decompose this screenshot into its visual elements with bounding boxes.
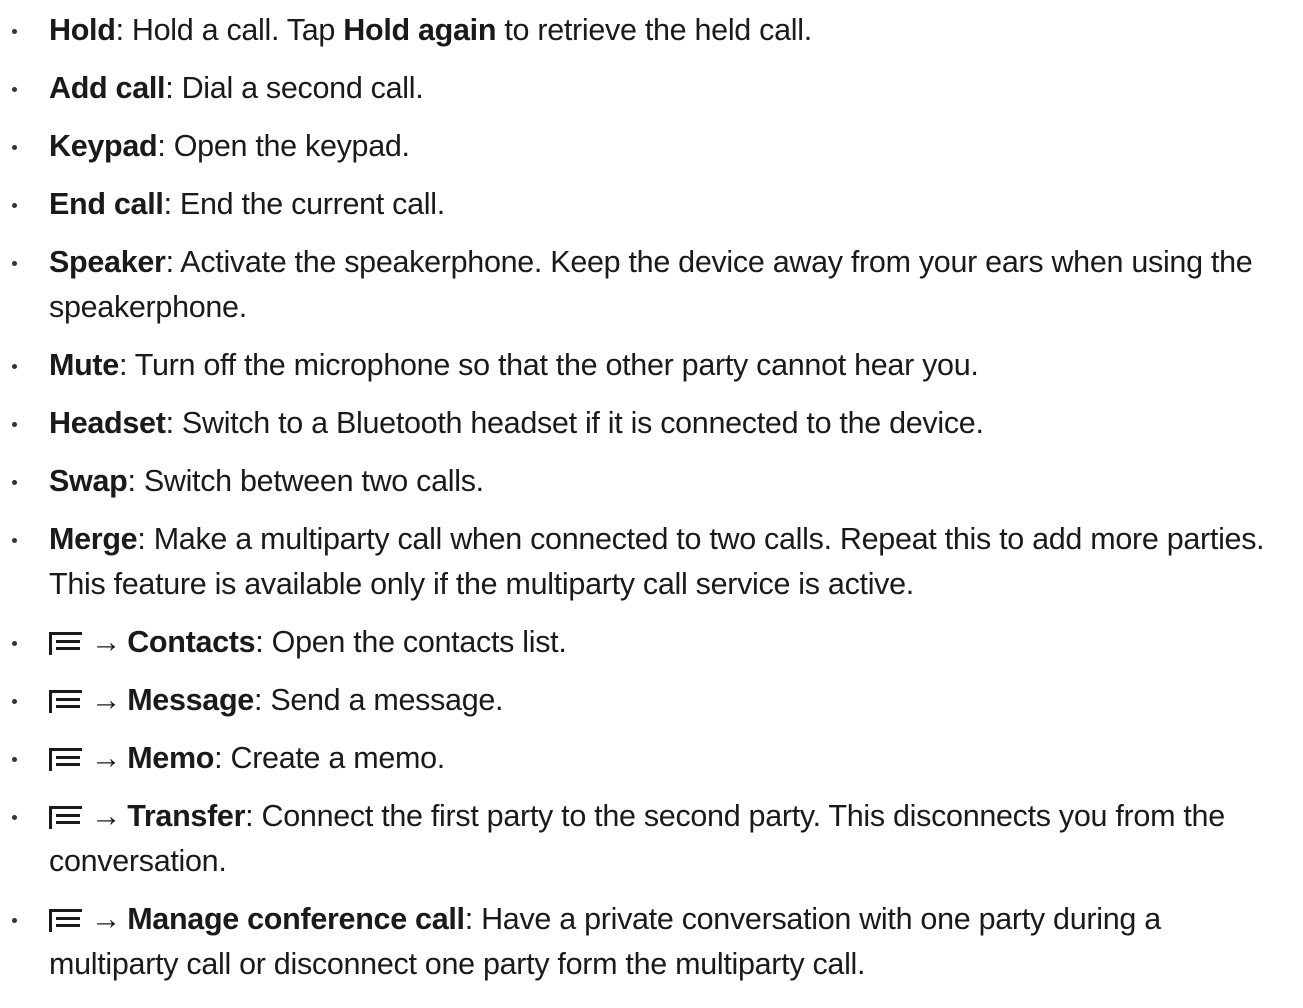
menu-icon xyxy=(49,632,83,655)
bullet xyxy=(10,259,18,267)
description: : Make a multiparty call when connected … xyxy=(49,522,1265,601)
bullet xyxy=(10,27,18,35)
menu-icon xyxy=(49,806,83,829)
menu-icon xyxy=(49,909,83,932)
bullet xyxy=(10,755,18,763)
term: Memo xyxy=(127,741,215,775)
description: : Send a message. xyxy=(253,683,504,717)
term: Add call xyxy=(49,71,166,105)
description: : Hold a call. Tap xyxy=(115,13,344,47)
term: Keypad xyxy=(49,129,158,163)
term: Contacts xyxy=(127,625,256,659)
description: to retrieve the held call. xyxy=(496,13,812,47)
bullet xyxy=(10,813,18,821)
bullet xyxy=(10,697,18,705)
arrow-right-icon: → xyxy=(91,902,122,936)
bullet xyxy=(10,362,18,370)
bullet xyxy=(10,639,18,647)
term: Swap xyxy=(49,464,128,498)
bullet xyxy=(10,201,18,209)
arrow-right-icon: → xyxy=(91,683,122,717)
bullet xyxy=(10,916,18,924)
bullet xyxy=(10,85,18,93)
arrow-right-icon: → xyxy=(91,741,122,775)
menu-icon xyxy=(49,690,83,713)
term: End call xyxy=(49,187,164,221)
description: : Dial a second call. xyxy=(165,71,424,105)
bullet xyxy=(10,420,18,428)
term: Hold xyxy=(49,13,116,47)
term: Merge xyxy=(49,522,138,556)
description: : Open the keypad. xyxy=(157,129,410,163)
description: : Open the contacts list. xyxy=(255,625,567,659)
description: : Switch to a Bluetooth headset if it is… xyxy=(165,406,984,440)
term-emphasis: Hold again xyxy=(343,13,497,47)
description: : Switch between two calls. xyxy=(127,464,484,498)
description: : End the current call. xyxy=(163,187,446,221)
term: Manage conference call xyxy=(127,902,465,936)
arrow-right-icon: → xyxy=(91,625,122,659)
menu-icon xyxy=(49,748,83,771)
bullet xyxy=(10,478,18,486)
term: Transfer xyxy=(127,799,246,833)
term: Message xyxy=(127,683,254,717)
description: : Activate the speakerphone. Keep the de… xyxy=(49,245,1253,324)
term: Headset xyxy=(49,406,166,440)
arrow-right-icon: → xyxy=(91,799,122,833)
description: : Create a memo. xyxy=(214,741,445,775)
description: : Turn off the microphone so that the ot… xyxy=(118,348,979,382)
bullet xyxy=(10,536,18,544)
term: Speaker xyxy=(49,245,166,279)
call-options-list: Hold: Hold a call. Tap Hold again to ret… xyxy=(0,0,1303,1008)
term: Mute xyxy=(49,348,119,382)
bullet xyxy=(10,143,18,151)
